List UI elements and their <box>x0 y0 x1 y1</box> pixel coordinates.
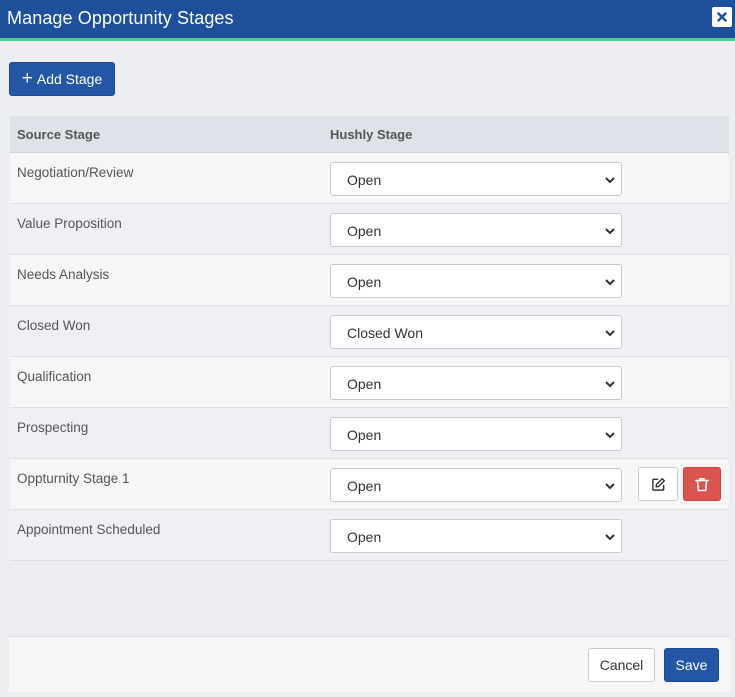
hushly-stage-select[interactable]: Open <box>330 264 622 298</box>
table-row: Qualification Open <box>10 357 729 408</box>
hushly-stage-select[interactable]: Open <box>330 213 622 247</box>
source-stage-header: Source Stage <box>17 127 101 142</box>
select-value: Open <box>347 172 382 188</box>
table-row: Closed Won Closed Won <box>10 306 729 357</box>
chevron-down-icon <box>605 381 615 388</box>
select-value: Open <box>347 478 382 494</box>
dialog-title: Manage Opportunity Stages <box>7 8 234 28</box>
chevron-down-icon <box>605 330 615 337</box>
edit-icon <box>651 477 665 491</box>
table-header: Source Stage Hushly Stage <box>10 116 729 153</box>
select-value: Open <box>347 427 382 443</box>
chevron-down-icon <box>605 228 615 235</box>
hushly-stage-select[interactable]: Open <box>330 468 622 502</box>
source-stage-cell: Appointment Scheduled <box>17 522 161 537</box>
hushly-stage-select[interactable]: Open <box>330 162 622 196</box>
dialog-footer: Cancel Save <box>9 636 730 692</box>
header-accent-line <box>0 38 735 41</box>
close-icon <box>717 12 727 22</box>
save-button[interactable]: Save <box>664 648 719 682</box>
source-stage-cell: Needs Analysis <box>17 267 110 282</box>
source-stage-cell: Negotiation/Review <box>17 165 134 180</box>
edit-stage-button[interactable] <box>638 467 678 501</box>
plus-icon: + <box>21 67 33 89</box>
select-value: Open <box>347 376 382 392</box>
table-row: Oppturnity Stage 1 Open <box>10 459 729 510</box>
select-value: Closed Won <box>347 325 424 341</box>
table-row: Value Proposition Open <box>10 204 729 255</box>
trash-icon <box>695 477 709 491</box>
hushly-stage-select[interactable]: Open <box>330 366 622 400</box>
chevron-down-icon <box>605 177 615 184</box>
select-value: Open <box>347 529 382 545</box>
select-value: Open <box>347 274 382 290</box>
select-value: Open <box>347 223 382 239</box>
add-stage-label: Add Stage <box>36 71 103 87</box>
source-stage-cell: Value Proposition <box>17 216 122 231</box>
table-row: Prospecting Open <box>10 408 729 459</box>
hushly-stage-select[interactable]: Open <box>330 417 622 451</box>
table-row: Appointment Scheduled Open <box>10 510 729 561</box>
hushly-stage-header: Hushly Stage <box>330 127 413 142</box>
source-stage-cell: Oppturnity Stage 1 <box>17 471 130 486</box>
source-stage-cell: Qualification <box>17 369 92 384</box>
chevron-down-icon <box>605 534 615 541</box>
chevron-down-icon <box>605 432 615 439</box>
hushly-stage-select[interactable]: Closed Won <box>330 315 622 349</box>
cancel-button[interactable]: Cancel <box>588 648 655 682</box>
chevron-down-icon <box>605 279 615 286</box>
add-stage-button[interactable]: + Add Stage <box>9 62 115 96</box>
source-stage-cell: Closed Won <box>17 318 91 333</box>
delete-stage-button[interactable] <box>683 467 721 501</box>
chevron-down-icon <box>605 483 615 490</box>
table-row: Negotiation/Review Open <box>10 153 729 204</box>
close-button[interactable] <box>712 7 732 27</box>
source-stage-cell: Prospecting <box>17 420 89 435</box>
hushly-stage-select[interactable]: Open <box>330 519 622 553</box>
table-row: Needs Analysis Open <box>10 255 729 306</box>
dialog-header: Manage Opportunity Stages <box>0 0 735 38</box>
